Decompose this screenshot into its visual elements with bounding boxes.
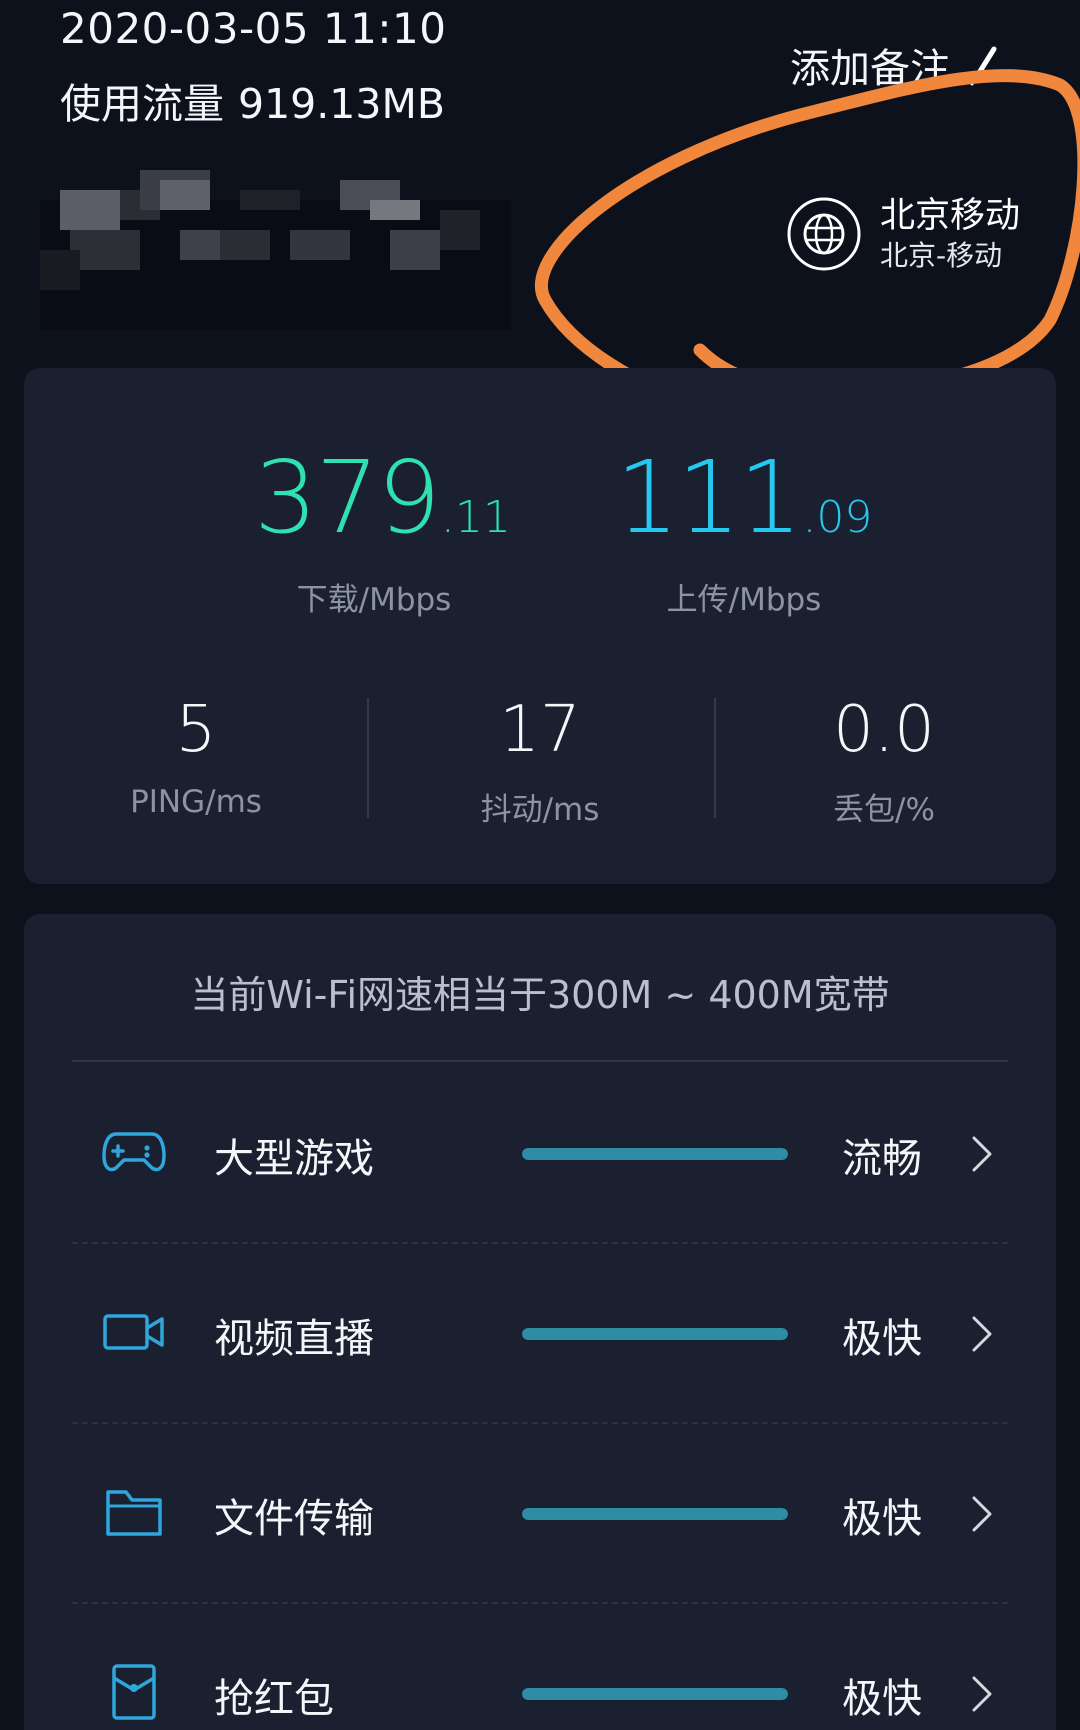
experience-row-gaming[interactable]: 大型游戏 流畅	[72, 1064, 1008, 1244]
experience-title: 视频直播	[214, 1316, 374, 1362]
experience-level-bar	[522, 1328, 788, 1340]
test-datetime: 2020-03-05 11:10	[60, 4, 447, 53]
chevron-right-icon	[972, 1316, 992, 1352]
experience-level-fill	[522, 1688, 788, 1700]
packet-loss-metric: 0.0 丢包/%	[712, 698, 1056, 829]
download-label: 下载/Mbps	[296, 582, 452, 618]
chevron-right-icon	[972, 1676, 992, 1712]
experience-level-bar	[522, 1688, 788, 1700]
download-speed: 379.11 下载/Mbps	[254, 448, 511, 619]
experience-level-fill	[522, 1328, 788, 1340]
isp-subtitle: 北京-移动	[880, 239, 1003, 273]
experience-row-red-packet[interactable]: 抢红包 极快	[72, 1604, 1008, 1730]
download-speed-integer: 379	[254, 439, 441, 556]
experience-level-bar	[522, 1148, 788, 1160]
ping-value: 5	[175, 693, 217, 767]
chevron-right-icon	[972, 1136, 992, 1172]
bandwidth-summary: 当前Wi-Fi网速相当于300M ~ 400M宽带	[190, 973, 890, 1017]
experience-title: 抢红包	[214, 1676, 334, 1722]
experience-rating: 极快	[842, 1676, 922, 1722]
red-packet-icon	[112, 1664, 156, 1720]
isp-info: 北京移动 北京-移动	[786, 196, 1020, 272]
experience-card: 当前Wi-Fi网速相当于300M ~ 400M宽带 大型游戏 流畅 视频直播 极…	[24, 914, 1056, 1730]
isp-title: 北京移动	[880, 196, 1021, 236]
chevron-right-icon	[972, 1496, 992, 1532]
experience-row-live-video[interactable]: 视频直播 极快	[72, 1244, 1008, 1424]
jitter-value: 17	[499, 693, 581, 767]
speed-test-result-screen: 2020-03-05 11:10 使用流量 919.13MB 添加备注 北京移动…	[0, 0, 1080, 1730]
experience-title: 文件传输	[214, 1496, 374, 1542]
add-note-label: 添加备注	[790, 46, 950, 92]
gamepad-icon	[102, 1132, 166, 1172]
divider	[72, 1060, 1008, 1062]
packet-loss-label: 丢包/%	[833, 792, 935, 828]
traffic-label: 使用流量	[60, 80, 224, 128]
upload-speed-integer: 111	[615, 439, 803, 556]
ping-metric: 5 PING/ms	[24, 698, 368, 820]
experience-level-fill	[522, 1508, 788, 1520]
experience-rating: 流畅	[842, 1136, 922, 1182]
download-speed-decimal: .11	[440, 492, 511, 543]
upload-label: 上传/Mbps	[666, 582, 822, 618]
experience-level-bar	[522, 1508, 788, 1520]
experience-row-file-transfer[interactable]: 文件传输 极快	[72, 1424, 1008, 1604]
packet-loss-value: 0.0	[833, 693, 935, 767]
jitter-metric: 17 抖动/ms	[368, 698, 712, 829]
folder-icon	[106, 1490, 162, 1536]
traffic-usage: 使用流量 919.13MB	[60, 70, 445, 130]
add-note-button[interactable]: 添加备注	[790, 36, 1002, 94]
pencil-icon	[970, 46, 997, 86]
experience-level-fill	[522, 1148, 788, 1160]
speed-result-card: 379.11 下载/Mbps 111.09 上传/Mbps 5 PING/ms …	[24, 368, 1056, 884]
video-camera-icon	[103, 1314, 164, 1350]
experience-rating: 极快	[842, 1316, 922, 1362]
redacted-network-name	[40, 170, 510, 330]
experience-title: 大型游戏	[214, 1136, 374, 1182]
experience-rating: 极快	[842, 1496, 922, 1542]
globe-icon	[787, 197, 861, 271]
upload-speed: 111.09 上传/Mbps	[594, 448, 894, 619]
upload-speed-decimal: .09	[802, 492, 873, 543]
jitter-label: 抖动/ms	[480, 792, 600, 828]
traffic-value: 919.13MB	[238, 80, 445, 128]
ping-label: PING/ms	[130, 784, 262, 820]
